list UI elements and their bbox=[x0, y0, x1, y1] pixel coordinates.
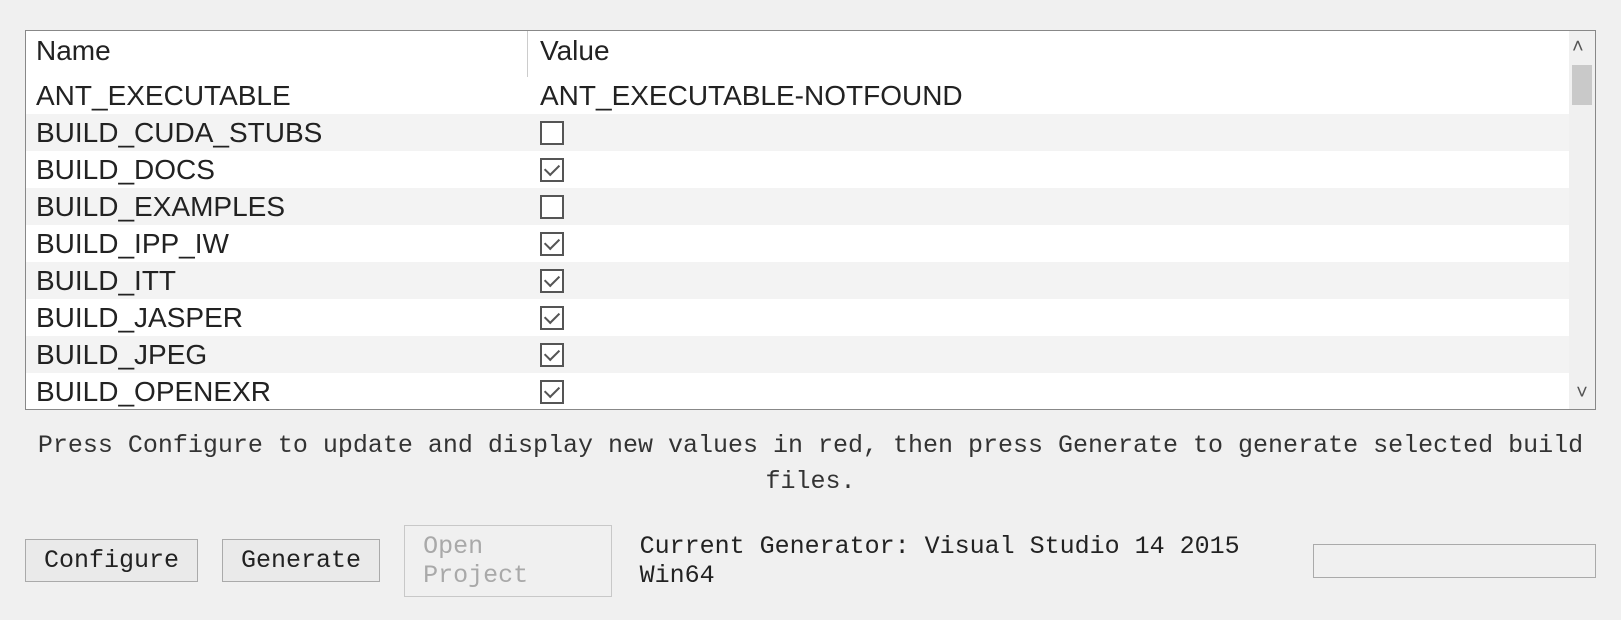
current-generator-label: Current Generator: Visual Studio 14 2015… bbox=[640, 532, 1290, 590]
progress-bar bbox=[1313, 544, 1596, 578]
hint-text: Press Configure to update and display ne… bbox=[35, 428, 1586, 501]
cache-entry-name: BUILD_JPEG bbox=[26, 336, 528, 373]
cache-table-body[interactable]: Name Value ANT_EXECUTABLE ANT_EXECUTABLE-… bbox=[26, 31, 1569, 409]
cache-entry-value[interactable]: ANT_EXECUTABLE-NOTFOUND bbox=[528, 77, 1569, 114]
table-row[interactable]: BUILD_JASPER bbox=[26, 299, 1569, 336]
cache-entry-value[interactable] bbox=[528, 188, 1569, 225]
cache-entry-name: ANT_EXECUTABLE bbox=[26, 77, 528, 114]
cache-entry-value[interactable] bbox=[528, 151, 1569, 188]
configure-button[interactable]: Configure bbox=[25, 539, 198, 582]
column-header-value[interactable]: Value bbox=[528, 31, 1569, 77]
cache-entry-name: BUILD_OPENEXR bbox=[26, 373, 528, 409]
cache-entry-name: BUILD_DOCS bbox=[26, 151, 528, 188]
checkbox[interactable] bbox=[540, 195, 564, 219]
table-row[interactable]: BUILD_ITT bbox=[26, 262, 1569, 299]
cache-entry-name: BUILD_CUDA_STUBS bbox=[26, 114, 528, 151]
table-row[interactable]: BUILD_CUDA_STUBS bbox=[26, 114, 1569, 151]
checkbox[interactable] bbox=[540, 343, 564, 367]
cache-entry-name: BUILD_ITT bbox=[26, 262, 528, 299]
table-header-row: Name Value bbox=[26, 31, 1569, 77]
table-row[interactable]: BUILD_DOCS bbox=[26, 151, 1569, 188]
cache-entry-value[interactable] bbox=[528, 299, 1569, 336]
column-header-name[interactable]: Name bbox=[26, 31, 528, 77]
cache-entry-name: BUILD_EXAMPLES bbox=[26, 188, 528, 225]
cache-entry-name: BUILD_JASPER bbox=[26, 299, 528, 336]
generate-button[interactable]: Generate bbox=[222, 539, 380, 582]
checkbox[interactable] bbox=[540, 380, 564, 404]
cache-entry-value[interactable] bbox=[528, 262, 1569, 299]
open-project-button: Open Project bbox=[404, 525, 612, 597]
cache-entry-value[interactable] bbox=[528, 114, 1569, 151]
checkbox[interactable] bbox=[540, 158, 564, 182]
vertical-scrollbar[interactable]: ˄ ˅ bbox=[1569, 31, 1595, 409]
cache-entry-name: BUILD_IPP_IW bbox=[26, 225, 528, 262]
checkbox[interactable] bbox=[540, 232, 564, 256]
table-row[interactable]: ANT_EXECUTABLE ANT_EXECUTABLE-NOTFOUND bbox=[26, 77, 1569, 114]
cache-table: Name Value ANT_EXECUTABLE ANT_EXECUTABLE-… bbox=[25, 30, 1596, 410]
checkbox[interactable] bbox=[540, 121, 564, 145]
scroll-thumb[interactable] bbox=[1572, 65, 1592, 105]
scroll-down-icon[interactable]: ˅ bbox=[1576, 377, 1588, 409]
checkbox[interactable] bbox=[540, 306, 564, 330]
checkbox[interactable] bbox=[540, 269, 564, 293]
cache-entry-text: ANT_EXECUTABLE-NOTFOUND bbox=[540, 77, 963, 114]
table-row[interactable]: BUILD_IPP_IW bbox=[26, 225, 1569, 262]
table-row[interactable]: BUILD_JPEG bbox=[26, 336, 1569, 373]
cache-entry-value[interactable] bbox=[528, 336, 1569, 373]
cache-entry-value[interactable] bbox=[528, 225, 1569, 262]
table-row[interactable]: BUILD_EXAMPLES bbox=[26, 188, 1569, 225]
table-row[interactable]: BUILD_OPENEXR bbox=[26, 373, 1569, 409]
button-bar: Configure Generate Open Project Current … bbox=[25, 525, 1596, 597]
cache-entry-value[interactable] bbox=[528, 373, 1569, 409]
scroll-up-icon[interactable]: ˄ bbox=[1572, 31, 1592, 63]
